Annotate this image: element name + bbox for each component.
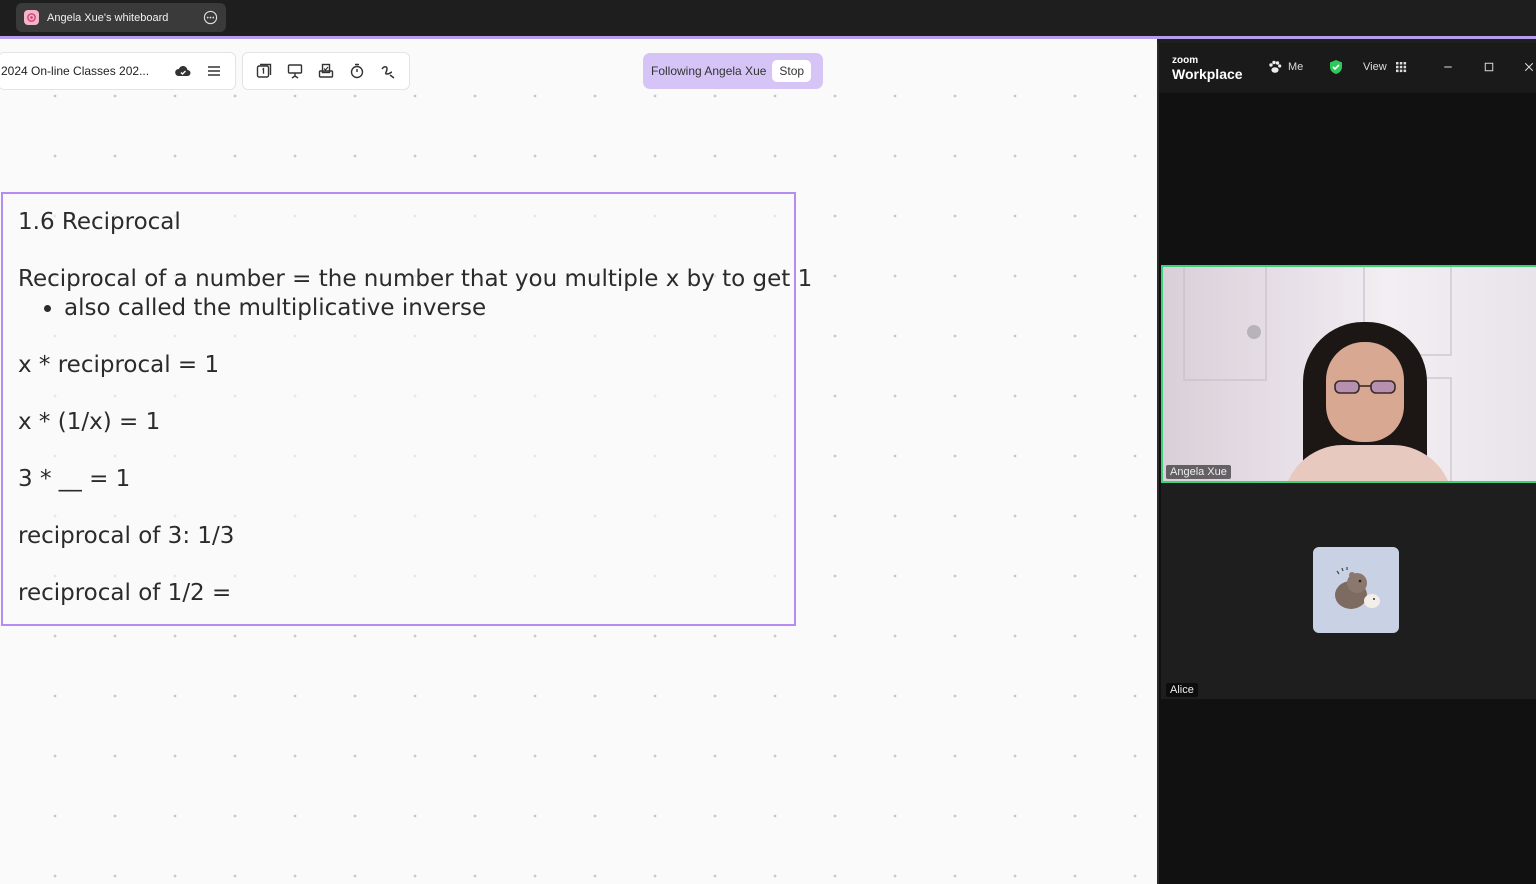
participant-name-tag: Angela Xue [1166,465,1231,479]
whiteboard-canvas[interactable]: 2024 On-line Classes 202... Following An… [0,39,1157,884]
reciprocal-note[interactable]: 1.6 Reciprocal Reciprocal of a number = … [1,192,813,626]
note-line: x * reciprocal = 1 [18,352,220,378]
grid-icon [1395,62,1406,73]
note-line: x * (1/x) = 1 [18,409,161,435]
meeting-menu-button[interactable]: Me [1267,59,1303,75]
more-options-icon[interactable] [203,10,218,25]
zoom-meeting-panel: zoom Workplace Me View Angela Xue Alice [1157,43,1536,884]
board-tools [242,52,410,90]
door-knob [1247,325,1261,339]
participant-name-tag: Alice [1166,683,1198,697]
avatar [1313,547,1399,633]
board-name[interactable]: 2024 On-line Classes 202... [0,64,163,78]
participant-video-tile[interactable]: Angela Xue [1161,265,1536,483]
following-banner: Following Angela Xue Stop [643,53,823,89]
zoom-logo: zoom Workplace [1172,55,1243,83]
security-shield-icon[interactable] [1328,59,1344,75]
participant-avatar-tile[interactable]: Alice [1161,483,1536,699]
view-label: View [1363,61,1387,73]
close-icon[interactable] [1521,59,1536,75]
bear-bird-avatar-icon [1335,567,1380,609]
background-door-panel [1183,267,1267,381]
note-title: 1.6 Reciprocal [18,209,181,235]
note-line: 3 * __ = 1 [18,466,131,492]
title-bar: Angela Xue's whiteboard [0,0,1536,36]
timer-icon[interactable] [346,60,368,82]
following-text: Following Angela Xue [651,64,767,78]
note-definition: Reciprocal of a number = the number that… [18,266,813,292]
minimize-icon[interactable] [1440,59,1456,75]
board-toolbar: 2024 On-line Classes 202... [0,52,236,90]
note-bullet-list: also called the multiplicative inverse [18,294,779,323]
zoom-brand-big: Workplace [1172,66,1243,82]
note-line: reciprocal of 3: 1/3 [18,523,235,549]
view-button[interactable]: View [1363,59,1409,75]
zoom-brand-small: zoom [1172,55,1199,66]
maximize-icon[interactable] [1481,59,1497,75]
page-number-icon[interactable] [253,60,275,82]
zoom-header: zoom Workplace Me View [1159,43,1536,93]
cloud-save-icon[interactable] [172,60,194,82]
tab-title: Angela Xue's whiteboard [47,11,169,24]
vote-icon[interactable] [315,60,337,82]
whiteboard-tab[interactable]: Angela Xue's whiteboard [16,3,226,32]
presentation-icon[interactable] [284,60,306,82]
whiteboard-logo-icon [24,10,39,25]
stop-following-button[interactable]: Stop [772,60,812,82]
note-line: reciprocal of 1/2 = [18,580,232,606]
menu-label: Me [1288,61,1304,73]
paw-icon [1269,60,1282,73]
laser-pointer-icon[interactable] [377,60,399,82]
note-bullet: also called the multiplicative inverse [64,294,779,323]
glasses-icon [1334,380,1396,394]
menu-icon[interactable] [203,60,225,82]
